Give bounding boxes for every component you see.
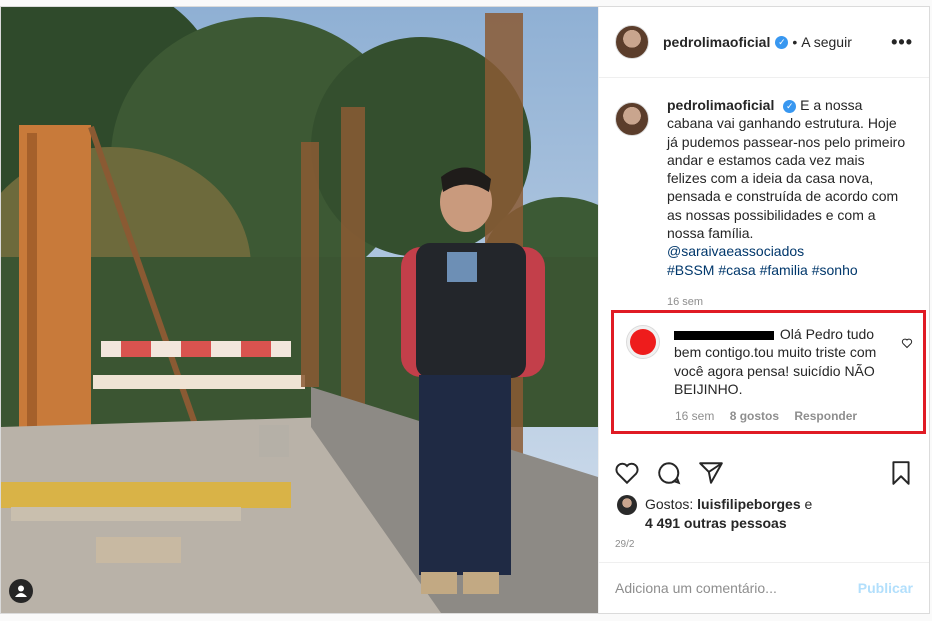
red-redaction-dot (630, 329, 656, 355)
likes-prefix: Gostos: (645, 496, 694, 512)
post-date[interactable]: 29/2 (615, 539, 634, 550)
comment-bubble-icon[interactable] (656, 460, 682, 486)
construction-scene (1, 7, 598, 613)
action-bar (599, 453, 929, 493)
highlighted-comment: Olá Pedro tudo bem contigo.tou muito tri… (611, 310, 926, 434)
commenter-avatar[interactable] (626, 325, 660, 359)
likes-summary: Gostos: luisfilipeborges e 4 491 outras … (617, 495, 812, 533)
caption-text-block: pedrolimaoficial ✓ E a nossa cabana vai … (667, 96, 907, 311)
publish-button[interactable]: Publicar (858, 580, 913, 596)
comment: Olá Pedro tudo bem contigo.tou muito tri… (626, 325, 889, 398)
save-bookmark-icon[interactable] (888, 460, 914, 486)
caption-username[interactable]: pedrolimaoficial (667, 97, 774, 113)
likes-text: Gostos: luisfilipeborges e 4 491 outras … (645, 495, 812, 533)
hashtags[interactable]: #BSSM #casa #familia #sonho (667, 261, 907, 279)
caption-timestamp[interactable]: 16 sem (667, 293, 907, 311)
instagram-post: pedrolimaoficial ✓ • A seguir ••• pedrol… (0, 6, 930, 614)
likes-and: e (804, 496, 813, 512)
comment-time: 16 sem (675, 409, 715, 423)
caption-avatar[interactable] (615, 102, 649, 136)
share-plane-icon[interactable] (698, 460, 724, 486)
caption: pedrolimaoficial ✓ E a nossa cabana vai … (599, 78, 929, 311)
post-sidebar: pedrolimaoficial ✓ • A seguir ••• pedrol… (598, 7, 929, 613)
following-button[interactable]: A seguir (801, 34, 852, 50)
comment-input[interactable]: Adiciona um comentário... (615, 580, 777, 596)
comment-meta: 16 sem 8 gostos Responder (675, 409, 869, 423)
user-tag-icon[interactable] (9, 579, 33, 603)
header-separator: • (792, 34, 798, 50)
caption-text: E a nossa cabana vai ganhando estrutura.… (667, 97, 906, 242)
post-header: pedrolimaoficial ✓ • A seguir ••• (599, 7, 929, 78)
redacted-username[interactable] (674, 330, 774, 340)
more-options-icon[interactable]: ••• (891, 32, 913, 53)
reply-button[interactable]: Responder (794, 409, 857, 423)
likes-others[interactable]: 4 491 outras pessoas (645, 515, 787, 531)
mention-link[interactable]: @saraivaeassociados (667, 242, 907, 260)
verified-icon: ✓ (775, 35, 789, 49)
liker-avatar[interactable] (617, 495, 637, 515)
comment-likes[interactable]: 8 gostos (730, 409, 779, 423)
avatar[interactable] (615, 25, 649, 59)
comment-like-heart-icon[interactable] (901, 337, 913, 349)
verified-icon: ✓ (783, 99, 797, 113)
header-username[interactable]: pedrolimaoficial (663, 34, 770, 50)
liked-by-user[interactable]: luisfilipeborges (697, 496, 800, 512)
add-comment-bar: Adiciona um comentário... Publicar (599, 562, 929, 613)
post-photo[interactable] (1, 7, 598, 613)
comment-text-block: Olá Pedro tudo bem contigo.tou muito tri… (674, 325, 889, 398)
like-heart-icon[interactable] (614, 460, 640, 486)
